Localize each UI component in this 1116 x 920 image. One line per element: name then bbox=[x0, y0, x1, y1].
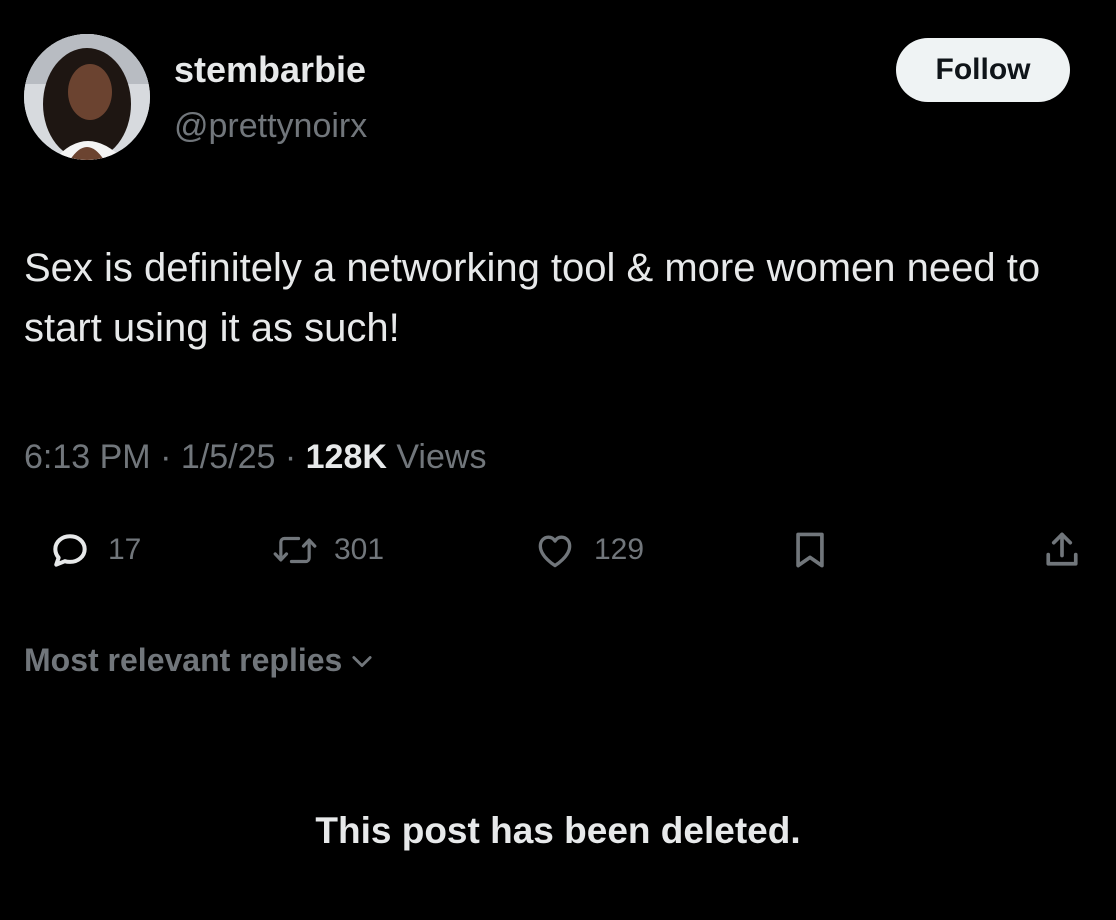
views-label: Views bbox=[396, 438, 487, 476]
views-count: 128K bbox=[305, 438, 387, 476]
reply-button[interactable]: 17 bbox=[48, 522, 141, 578]
tweet-meta: 6:13 PM · 1/5/25 · 128K Views bbox=[24, 437, 486, 477]
reply-count: 17 bbox=[108, 533, 142, 566]
action-bar: 17 301 129 bbox=[0, 522, 1116, 582]
reply-sort-label: Most relevant replies bbox=[24, 642, 343, 678]
tweet-date[interactable]: 1/5/25 bbox=[181, 438, 276, 476]
bookmark-button[interactable] bbox=[788, 522, 832, 578]
share-button[interactable] bbox=[1040, 522, 1084, 578]
author-display-name[interactable]: stembarbie bbox=[174, 50, 366, 90]
meta-separator: · bbox=[284, 438, 297, 476]
follow-button[interactable]: Follow bbox=[896, 38, 1070, 102]
bookmark-icon bbox=[796, 532, 824, 568]
deleted-post-notice: This post has been deleted. bbox=[315, 810, 801, 851]
repost-button[interactable]: 301 bbox=[272, 522, 384, 578]
repost-count: 301 bbox=[334, 533, 385, 566]
tweet-text: Sex is definitely a networking tool & mo… bbox=[24, 246, 1041, 350]
tweet-time[interactable]: 6:13 PM bbox=[24, 438, 151, 476]
share-icon bbox=[1046, 532, 1078, 566]
repost-icon bbox=[273, 536, 317, 564]
reply-sort-dropdown[interactable]: Most relevant replies bbox=[24, 642, 376, 679]
author-handle[interactable]: @prettynoirx bbox=[174, 107, 367, 145]
avatar-image bbox=[24, 34, 150, 160]
like-button[interactable]: 129 bbox=[532, 522, 644, 578]
avatar[interactable] bbox=[24, 34, 150, 160]
chevron-down-icon bbox=[352, 655, 372, 667]
reply-icon bbox=[53, 534, 87, 567]
like-count: 129 bbox=[594, 533, 645, 566]
heart-icon bbox=[538, 535, 572, 568]
meta-separator: · bbox=[160, 438, 172, 476]
tweet-detail: stembarbie @prettynoirx Follow Sex is de… bbox=[0, 0, 1116, 920]
